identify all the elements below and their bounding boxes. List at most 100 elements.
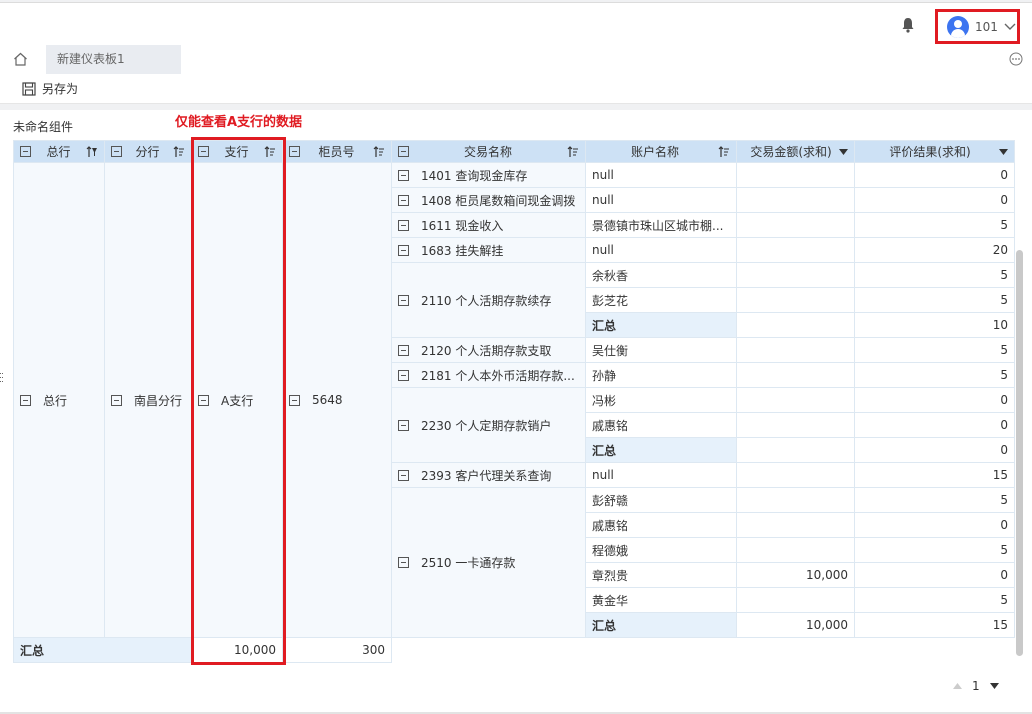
collapse-icon[interactable] [398, 146, 409, 157]
table-row: 总行 南昌分行 A支行 5648 1401 查询现金库存 null 0 [13, 162, 1015, 638]
cell-trade-name: 1683 挂失解挂 [391, 237, 586, 263]
save-as-label: 另存为 [42, 82, 79, 96]
next-page-icon[interactable] [989, 683, 999, 689]
cell-subtotal-label: 汇总 [585, 312, 737, 338]
cell-account-name: 戚惠铭 [585, 412, 737, 438]
user-menu[interactable]: 101 [935, 9, 1020, 44]
cell-account-name: 景德镇市珠山区城市棚... [585, 212, 737, 238]
cell-trade-name: 1408 柜员尾数箱间现金调拨 [391, 187, 586, 213]
drag-handle-icon[interactable] [0, 372, 4, 386]
cell-total-label: 汇总 [13, 637, 192, 663]
user-name: 101 [975, 19, 998, 34]
sort-ascending-icon[interactable] [173, 145, 185, 158]
collapse-icon[interactable] [289, 394, 300, 406]
collapse-icon[interactable] [398, 419, 409, 431]
collapse-icon[interactable] [111, 146, 122, 157]
header-trade-name: 交易名称 [391, 140, 586, 163]
header-branch: 分行 [104, 140, 192, 163]
collapse-icon[interactable] [398, 294, 409, 306]
cell-rating: 0 [854, 512, 1015, 538]
save-as-button[interactable]: 另存为 [22, 80, 78, 97]
collapse-icon[interactable] [398, 194, 409, 206]
collapse-icon[interactable] [398, 469, 409, 481]
toolbar: 另存为 [0, 74, 1032, 104]
collapse-icon[interactable] [398, 369, 409, 381]
widget-title: 未命名组件 [13, 120, 74, 134]
cell-rating: 0 [854, 562, 1015, 588]
cell-branch: 南昌分行 [104, 162, 192, 638]
prev-page-icon[interactable] [953, 683, 962, 689]
cell-rating: 5 [854, 362, 1015, 388]
cell-account-name: 黄金华 [585, 587, 737, 613]
sort-ascending-icon[interactable] [264, 145, 276, 158]
cell-sub-branch: A支行 [191, 162, 283, 638]
collapse-icon[interactable] [398, 244, 409, 256]
collapse-icon[interactable] [198, 146, 209, 157]
header-amount: 交易金额(求和) [736, 140, 855, 163]
header-rating: 评价结果(求和) [854, 140, 1015, 163]
collapse-icon[interactable] [398, 219, 409, 231]
cell-account-name: 戚惠铭 [585, 512, 737, 538]
caret-down-icon[interactable] [839, 148, 848, 155]
cell-rating: 5 [854, 537, 1015, 563]
cell-rating: 0 [854, 187, 1015, 213]
cell-account-name: 章烈贵 [585, 562, 737, 588]
cell-account-name: null [585, 237, 737, 263]
cell-trade-name: 2510 一卡通存款 [391, 487, 586, 638]
collapse-icon[interactable] [398, 169, 409, 181]
collapse-icon[interactable] [20, 146, 31, 157]
cell-amount [736, 287, 855, 313]
cell-rating: 20 [854, 237, 1015, 263]
cell-head-office: 总行 [13, 162, 105, 638]
collapse-icon[interactable] [111, 394, 122, 406]
bell-icon[interactable] [901, 17, 915, 33]
collapse-icon[interactable] [20, 394, 31, 406]
caret-down-icon[interactable] [999, 148, 1008, 155]
cell-rating: 5 [854, 262, 1015, 288]
more-options-icon[interactable] [1009, 52, 1023, 66]
vertical-scrollbar[interactable] [1016, 250, 1023, 656]
collapse-icon[interactable] [289, 146, 300, 157]
cell-amount: 10,000 [736, 612, 855, 638]
collapse-icon[interactable] [398, 344, 409, 356]
cell-rating: 5 [854, 287, 1015, 313]
cell-account-name: 程德娥 [585, 537, 737, 563]
top-bar: 101 [0, 2, 1032, 44]
cell-rating: 300 [282, 637, 392, 663]
cell-rating: 0 [854, 412, 1015, 438]
cell-trade-name: 2120 个人活期存款支取 [391, 337, 586, 363]
sort-ascending-icon[interactable] [567, 145, 579, 158]
pivot-table: 总行 分行 支行 柜员号 交易名称 账户名称 交易金额(求和) 评价结果(求和)… [13, 140, 1015, 663]
header-row: 总行 分行 支行 柜员号 交易名称 账户名称 交易金额(求和) 评价结果(求和) [13, 140, 1015, 163]
cell-rating: 0 [854, 387, 1015, 413]
cell-amount [736, 512, 855, 538]
home-icon[interactable] [13, 52, 28, 66]
sort-ascending-icon[interactable] [718, 145, 730, 158]
cell-account-name: 彭芝花 [585, 287, 737, 313]
page-number: 1 [972, 679, 980, 693]
cell-rating: 5 [854, 587, 1015, 613]
cell-account-name: 孙静 [585, 362, 737, 388]
header-sub-branch: 支行 [191, 140, 283, 163]
avatar-icon [947, 15, 969, 38]
chevron-down-icon [1004, 23, 1016, 30]
sort-ascending-icon[interactable] [373, 145, 385, 158]
cell-amount [736, 362, 855, 388]
cell-rating: 5 [854, 337, 1015, 363]
cell-rating: 15 [854, 462, 1015, 488]
cell-rating: 5 [854, 487, 1015, 513]
cell-trade-name: 1401 查询现金库存 [391, 162, 586, 188]
cell-trade-name: 2181 个人本外币活期存款... [391, 362, 586, 388]
cell-trade-name: 2110 个人活期存款续存 [391, 262, 586, 338]
cell-amount [736, 487, 855, 513]
header-head-office: 总行 [13, 140, 105, 163]
collapse-icon[interactable] [398, 557, 409, 568]
pagination: 1 [953, 679, 999, 693]
tab-dashboard[interactable]: 新建仪表板1 [46, 45, 181, 74]
collapse-icon[interactable] [198, 394, 209, 406]
cell-amount [736, 462, 855, 488]
sort-filter-icon[interactable] [86, 145, 98, 158]
cell-amount: 10,000 [191, 637, 283, 663]
cell-trade-name: 2393 客户代理关系查询 [391, 462, 586, 488]
cell-amount [736, 237, 855, 263]
